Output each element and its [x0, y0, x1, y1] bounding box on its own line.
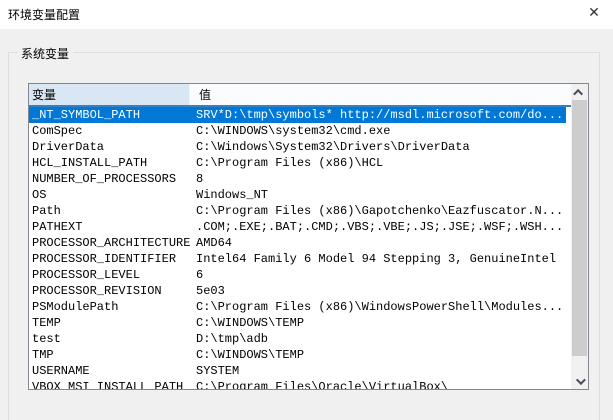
variable-name: VBOX_MSI_INSTALL_PATH	[29, 380, 190, 389]
table-rows: _NT_SYMBOL_PATHSRV*D:\tmp\symbols* http:…	[29, 107, 571, 389]
variable-name: test	[29, 332, 190, 346]
variable-value: C:\Program Files (x86)\WindowsPowerShell…	[190, 300, 566, 314]
variable-name: NUMBER_OF_PROCESSORS	[29, 172, 190, 186]
variable-value: 8	[190, 172, 566, 186]
table-row[interactable]: HCL_INSTALL_PATHC:\Program Files (x86)\H…	[29, 155, 566, 171]
variable-value: C:\Program Files\Oracle\VirtualBox\	[190, 380, 566, 389]
system-variables-table: 变量 值 _NT_SYMBOL_PATHSRV*D:\tmp\symbols* …	[28, 83, 589, 390]
variable-value: SYSTEM	[190, 364, 566, 378]
column-header-variable[interactable]: 变量	[29, 84, 190, 105]
table-row[interactable]: TMPC:\WINDOWS\TEMP	[29, 347, 566, 363]
table-row[interactable]: testD:\tmp\adb	[29, 331, 566, 347]
table-row[interactable]: PathC:\Program Files (x86)\Gapotchenko\E…	[29, 203, 566, 219]
variable-value: C:\Program Files (x86)\Gapotchenko\Eazfu…	[190, 204, 566, 218]
table-row[interactable]: DriverDataC:\Windows\System32\Drivers\Dr…	[29, 139, 566, 155]
scrollbar-up-icon[interactable]	[571, 84, 588, 100]
table-row[interactable]: OSWindows_NT	[29, 187, 566, 203]
variable-name: OS	[29, 188, 190, 202]
variable-name: TEMP	[29, 316, 190, 330]
table-row[interactable]: _NT_SYMBOL_PATHSRV*D:\tmp\symbols* http:…	[29, 107, 566, 123]
variable-value: Windows_NT	[190, 188, 566, 202]
variable-name: USERNAME	[29, 364, 190, 378]
vertical-scrollbar[interactable]	[571, 84, 588, 389]
table-row[interactable]: PROCESSOR_REVISION5e03	[29, 283, 566, 299]
table-row[interactable]: TEMPC:\WINDOWS\TEMP	[29, 315, 566, 331]
variable-value: 5e03	[190, 284, 566, 298]
variable-name: _NT_SYMBOL_PATH	[29, 108, 190, 122]
variable-name: PROCESSOR_IDENTIFIER	[29, 252, 190, 266]
variable-value: .COM;.EXE;.BAT;.CMD;.VBS;.VBE;.JS;.JSE;.…	[190, 220, 566, 234]
variable-name: Path	[29, 204, 190, 218]
variable-name: PSModulePath	[29, 300, 190, 314]
variable-value: C:\Program Files (x86)\HCL	[190, 156, 566, 170]
window-title: 环境变量配置	[0, 6, 80, 23]
scrollbar-thumb[interactable]	[572, 100, 587, 356]
close-icon[interactable]: ✕	[579, 0, 609, 26]
variable-name: TMP	[29, 348, 190, 362]
column-header-value[interactable]: 值	[190, 84, 588, 105]
variable-value: C:\WINDOWS\TEMP	[190, 348, 566, 362]
variable-value: Intel64 Family 6 Model 94 Stepping 3, Ge…	[190, 252, 566, 266]
table-row[interactable]: PSModulePathC:\Program Files (x86)\Windo…	[29, 299, 566, 315]
table-row[interactable]: ComSpecC:\WINDOWS\system32\cmd.exe	[29, 123, 566, 139]
variable-name: PATHEXT	[29, 220, 190, 234]
table-row[interactable]: NUMBER_OF_PROCESSORS8	[29, 171, 566, 187]
variable-value: D:\tmp\adb	[190, 332, 566, 346]
table-row[interactable]: USERNAMESYSTEM	[29, 363, 566, 379]
table-row[interactable]: PROCESSOR_LEVEL6	[29, 267, 566, 283]
variable-name: DriverData	[29, 140, 190, 154]
variable-name: ComSpec	[29, 124, 190, 138]
table-row[interactable]: VBOX_MSI_INSTALL_PATHC:\Program Files\Or…	[29, 379, 566, 389]
variable-name: PROCESSOR_REVISION	[29, 284, 190, 298]
variable-name: HCL_INSTALL_PATH	[29, 156, 190, 170]
table-header: 变量 值	[29, 84, 588, 107]
variable-value: C:\Windows\System32\Drivers\DriverData	[190, 140, 566, 154]
variable-value: C:\WINDOWS\system32\cmd.exe	[190, 124, 566, 138]
variable-name: PROCESSOR_ARCHITECTURE	[29, 236, 190, 250]
environment-variables-dialog: 环境变量配置 ✕ 系统变量 变量 值 _NT_SYMBOL_PATHSRV*D:…	[0, 0, 613, 407]
table-row[interactable]: PATHEXT.COM;.EXE;.BAT;.CMD;.VBS;.VBE;.JS…	[29, 219, 566, 235]
variable-value: C:\WINDOWS\TEMP	[190, 316, 566, 330]
variable-value: 6	[190, 268, 566, 282]
table-row[interactable]: PROCESSOR_ARCHITECTUREAMD64	[29, 235, 566, 251]
groupbox-label: 系统变量	[17, 45, 73, 62]
table-row[interactable]: PROCESSOR_IDENTIFIERIntel64 Family 6 Mod…	[29, 251, 566, 267]
variable-name: PROCESSOR_LEVEL	[29, 268, 190, 282]
scrollbar-down-icon[interactable]	[571, 373, 588, 389]
variable-value: SRV*D:\tmp\symbols* http://msdl.microsof…	[190, 108, 566, 122]
variable-value: AMD64	[190, 236, 566, 250]
title-bar: 环境变量配置 ✕	[0, 0, 613, 29]
